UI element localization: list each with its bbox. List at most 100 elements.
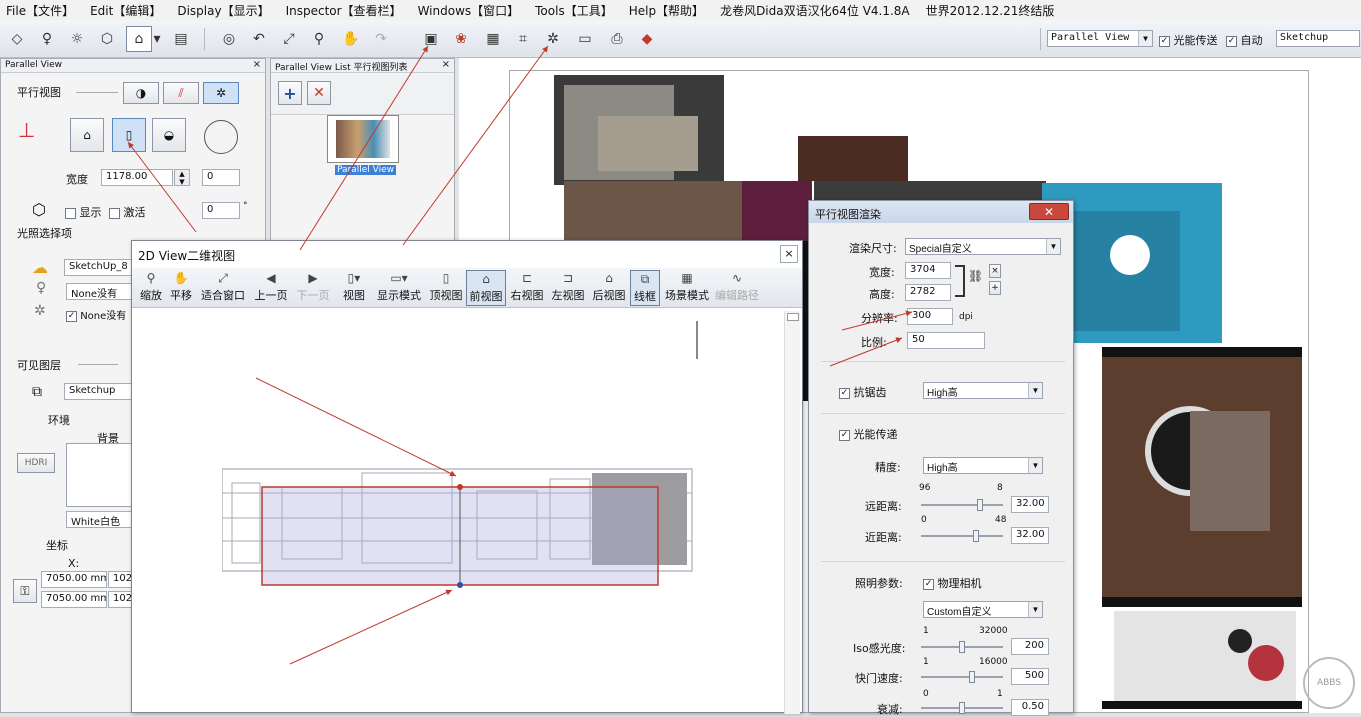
menu-windows[interactable]: Windows【窗口】 [418,2,520,19]
pan-button[interactable]: ✋平移 [168,270,194,306]
hdri-button[interactable]: HDRI [17,453,55,473]
near-input[interactable]: 32.00 [1011,527,1049,544]
edit-path-button[interactable]: ∿编辑路径 [714,270,760,306]
right-view-button[interactable]: ⊏右视图 [508,270,546,306]
zoom-icon[interactable]: ⚲ [306,26,332,52]
render-size-select[interactable]: Special自定义▼ [905,238,1061,255]
lines-button[interactable]: ⫽ [163,82,199,104]
panel-icon[interactable]: ▤ [168,26,194,52]
display-mode-button[interactable]: ▭▾显示模式 [374,270,424,306]
activate-checkbox[interactable]: 激活 [109,204,146,220]
precision-select[interactable]: High高▼ [923,457,1043,474]
scale-input[interactable]: 50 [907,332,985,349]
add-view-button[interactable]: + [278,81,302,105]
sky-select[interactable]: SketchUp_8 [64,259,132,276]
background-select[interactable]: White白色 [66,511,132,528]
view-thumbnail[interactable] [327,115,399,163]
menu-file[interactable]: File【文件】 [6,2,74,19]
gi-checkbox[interactable]: ✓ 光能传递 [839,426,898,442]
view-button[interactable]: ▯▾视图 [338,270,370,306]
iso-input[interactable]: 200 [1011,638,1049,655]
next-page-button[interactable]: ▶下一页 [294,270,332,306]
export-icon[interactable]: ⎙ [604,26,630,52]
decay-input[interactable]: 0.50 [1011,699,1049,716]
camera-preset-select[interactable]: Custom自定义▼ [923,601,1043,618]
angle-dial[interactable] [204,120,238,154]
render-width-input[interactable]: 3704 [905,262,951,279]
top-view-button[interactable]: ▯顶视图 [428,270,464,306]
undo-icon[interactable]: ↶ [246,26,272,52]
iso-slider[interactable] [921,646,1003,648]
background-preview[interactable] [66,443,132,507]
close-icon[interactable]: × [780,245,798,263]
close-icon[interactable]: ✕ [1029,203,1069,220]
menu-tools[interactable]: Tools【工具】 [535,2,613,19]
swap-down-button[interactable]: + [989,281,1001,295]
menu-display[interactable]: Display【显示】 [177,2,269,19]
light-transfer-checkbox[interactable]: ✓ 光能传送 [1159,32,1218,48]
orbit-icon[interactable]: ◎ [216,26,242,52]
auto-checkbox[interactable]: ✓ 自动 [1226,32,1263,48]
view-thumbnail-label[interactable]: Parallel View [335,165,396,175]
left-view-button[interactable]: ⊐左视图 [549,270,587,306]
width-extra-input[interactable]: 0 [202,169,240,186]
back-view-button[interactable]: ⌂后视图 [590,270,628,306]
shutter-input[interactable]: 500 [1011,668,1049,685]
object-icon[interactable]: ⬡ [94,26,120,52]
far-input[interactable]: 32.00 [1011,496,1049,513]
near-slider[interactable] [921,535,1003,537]
physical-camera-checkbox[interactable]: ✓ 物理相机 [923,575,982,591]
none-checkbox[interactable]: ✓ None没有 [66,307,126,322]
home-view-icon[interactable]: ⌂ [126,26,152,52]
light-bulb-icon[interactable]: ♀ [34,26,60,52]
parallel-view-icon[interactable]: ▣ [418,26,444,52]
fit-window-button[interactable]: ⤢适合窗口 [198,270,248,306]
render-height-input[interactable]: 2782 [905,284,951,301]
parallel-button[interactable]: ▯ [112,118,146,152]
light-none-select[interactable]: None没有 [66,283,132,300]
close-icon[interactable]: × [253,59,261,70]
perspective-button[interactable]: ⌂ [70,118,104,152]
sketchup-select[interactable]: Sketchup [1276,30,1360,47]
menu-help[interactable]: Help【帮助】 [629,2,704,19]
front-view-button[interactable]: ⌂前视图 [466,270,506,306]
width-stepper[interactable]: ▲▼ [174,169,190,186]
chain-link-icon[interactable]: ⛓ [968,269,983,283]
paint-icon[interactable]: ◇ [4,26,30,52]
resolution-input[interactable]: 300 [907,308,953,325]
menu-edit[interactable]: Edit【编辑】 [90,2,161,19]
sun-icon[interactable]: ☼ [64,26,90,52]
settings-gear-icon[interactable]: ✲ [540,26,566,52]
scene-mode-button[interactable]: ▦场景模式 [664,270,710,306]
crop-icon[interactable]: ⌗ [510,26,536,52]
redo-icon[interactable]: ↷ [368,26,394,52]
coord-y2-input[interactable]: 1022 [108,591,132,608]
chevron-down-icon[interactable]: ▾ [150,26,164,52]
logo-icon[interactable]: ◆ [634,26,660,52]
vertical-scrollbar[interactable] [784,311,800,714]
width-input[interactable]: 1178.00 [101,169,173,186]
contrast-button[interactable]: ◑ [123,82,159,104]
swap-up-button[interactable]: × [989,264,1001,278]
render-icon[interactable]: ▦ [480,26,506,52]
spherical-button[interactable]: ◒ [152,118,186,152]
material-icon[interactable]: ❀ [448,26,474,52]
lock-button[interactable]: ⚿ [13,579,37,603]
image-icon[interactable]: ▭ [572,26,598,52]
antialias-select[interactable]: High高▼ [923,382,1043,399]
delete-view-button[interactable]: ✕ [307,81,331,105]
fit-icon[interactable]: ⤢ [276,26,302,52]
wireframe-button[interactable]: ⧉线框 [630,270,660,306]
settings-button[interactable]: ✲ [203,82,239,104]
prev-page-button[interactable]: ◀上一页 [252,270,290,306]
menu-inspector[interactable]: Inspector【查看栏】 [286,2,402,19]
decay-slider[interactable] [921,707,1003,709]
shutter-slider[interactable] [921,676,1003,678]
coord-y-input[interactable]: 7050.00 mm [41,591,107,608]
close-icon[interactable]: × [442,59,450,70]
angle-input[interactable]: 0 [202,202,240,219]
view-mode-select[interactable]: Parallel View▼ [1047,30,1153,47]
coord-x2-input[interactable]: 1022 [108,571,132,588]
show-checkbox[interactable]: 显示 [65,204,102,220]
layer-select[interactable]: Sketchup [64,383,132,400]
